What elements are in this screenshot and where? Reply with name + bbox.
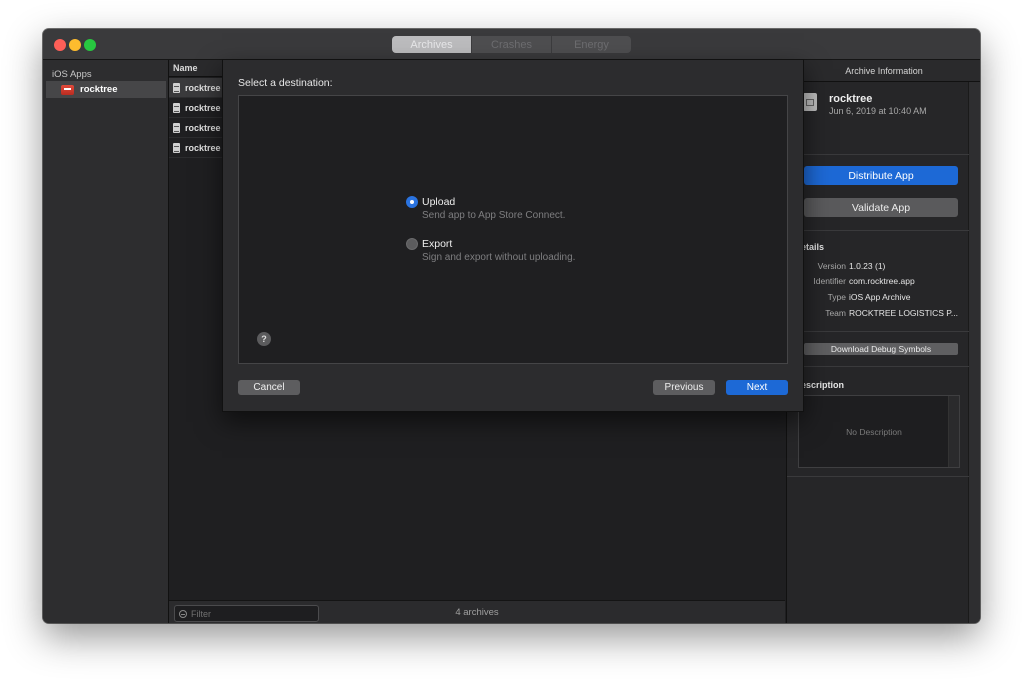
title-bar: Archives Crashes Energy xyxy=(43,29,980,60)
archive-document-icon xyxy=(173,102,180,113)
segment-energy[interactable]: Energy xyxy=(551,36,631,53)
archive-name: rocktree xyxy=(829,93,873,105)
inspector-divider xyxy=(787,230,969,231)
archive-row-name: rocktree xyxy=(185,122,221,133)
archive-row[interactable]: rocktree xyxy=(169,138,225,158)
archive-document-icon xyxy=(173,122,180,133)
download-debug-symbols-button[interactable]: Download Debug Symbols xyxy=(804,343,958,355)
upload-option-label[interactable]: Upload xyxy=(422,196,455,208)
inspector-header: Archive Information xyxy=(787,60,980,82)
distribution-sheet: Select a destination: Upload Send app to… xyxy=(222,59,804,412)
archive-row-name: rocktree xyxy=(185,102,221,113)
segment-crashes[interactable]: Crashes xyxy=(471,36,551,53)
detail-row-version: Version 1.0.23 (1) xyxy=(787,261,969,273)
detail-value: ROCKTREE LOGISTICS P... xyxy=(849,308,958,318)
detail-value: 1.0.23 (1) xyxy=(849,261,886,271)
minimize-window-button[interactable] xyxy=(69,39,81,51)
distribute-app-button[interactable]: Distribute App xyxy=(804,166,958,185)
list-bottom-bar: 4 archives xyxy=(169,600,785,623)
archive-row-name: rocktree xyxy=(185,82,221,93)
previous-button[interactable]: Previous xyxy=(653,380,715,395)
sidebar-item-rocktree[interactable]: rocktree xyxy=(46,81,166,98)
inspector-divider xyxy=(787,154,969,155)
archive-document-icon xyxy=(173,82,180,93)
detail-key: Identifier xyxy=(813,276,846,286)
inspector-scrollbar[interactable] xyxy=(968,82,980,623)
description-field[interactable]: No Description xyxy=(798,395,960,468)
destination-options-box: Upload Send app to App Store Connect. Ex… xyxy=(238,95,788,364)
organizer-segmented-control: Archives Crashes Energy xyxy=(392,36,631,53)
detail-row-type: Type iOS App Archive xyxy=(787,292,969,304)
detail-value: iOS App Archive xyxy=(849,292,911,302)
help-button[interactable]: ? xyxy=(257,332,271,346)
app-icon xyxy=(61,84,74,95)
details-section-title: etails xyxy=(801,242,825,252)
detail-row-team: Team ROCKTREE LOGISTICS P... xyxy=(787,308,969,320)
sidebar-item-label: rocktree xyxy=(80,84,118,95)
description-section-title: escription xyxy=(801,380,845,390)
archive-date: Jun 6, 2019 at 10:40 AM xyxy=(829,106,927,116)
sheet-title: Select a destination: xyxy=(238,77,333,89)
archive-row[interactable]: rocktree xyxy=(169,98,225,118)
inspector-divider xyxy=(787,476,969,477)
validate-app-button[interactable]: Validate App xyxy=(804,198,958,217)
detail-key: Type xyxy=(827,292,846,302)
archive-row[interactable]: rocktree xyxy=(169,78,225,98)
zoom-window-button[interactable] xyxy=(84,39,96,51)
inspector-divider xyxy=(787,366,969,367)
close-window-button[interactable] xyxy=(54,39,66,51)
segment-archives[interactable]: Archives xyxy=(392,36,471,53)
archive-document-icon xyxy=(173,142,180,153)
export-option-label[interactable]: Export xyxy=(422,238,452,250)
sidebar-header: iOS Apps xyxy=(52,69,92,80)
upload-radio[interactable] xyxy=(406,196,418,208)
column-header-label: Name xyxy=(173,63,198,73)
detail-value: com.rocktree.app xyxy=(849,276,915,286)
archive-row[interactable]: rocktree xyxy=(169,118,225,138)
next-button[interactable]: Next xyxy=(726,380,788,395)
archive-count: 4 archives xyxy=(455,607,499,618)
export-radio[interactable] xyxy=(406,238,418,250)
export-option-subtitle: Sign and export without uploading. xyxy=(422,252,576,263)
detail-key: Version xyxy=(817,261,846,271)
upload-option-subtitle: Send app to App Store Connect. xyxy=(422,210,566,221)
description-placeholder: No Description xyxy=(846,427,902,437)
description-scrollbar[interactable] xyxy=(948,396,959,467)
archive-row-name: rocktree xyxy=(185,142,221,153)
detail-key: Team xyxy=(825,308,846,318)
inspector-divider xyxy=(787,331,969,332)
archive-information-inspector: Archive Information rocktree Jun 6, 2019… xyxy=(786,60,980,623)
archive-icon xyxy=(803,93,817,111)
cancel-button[interactable]: Cancel xyxy=(238,380,300,395)
detail-row-identifier: Identifier com.rocktree.app xyxy=(787,276,969,288)
apps-sidebar: iOS Apps rocktree xyxy=(43,60,169,623)
